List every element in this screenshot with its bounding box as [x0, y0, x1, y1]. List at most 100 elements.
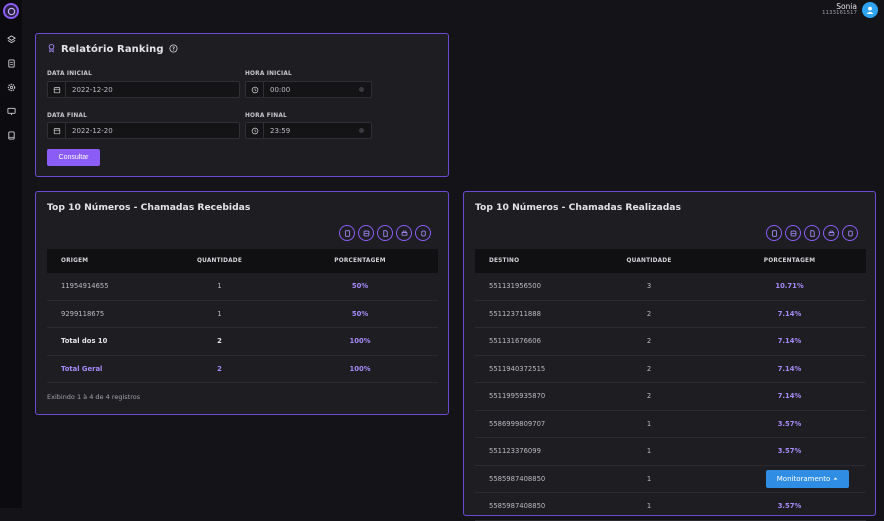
- end-date-field[interactable]: 2022-12-20: [47, 122, 240, 139]
- cell-percent: 3.57%: [777, 447, 802, 456]
- cell-destination: 5585987408850: [489, 502, 546, 511]
- copy-icon[interactable]: [415, 225, 431, 241]
- clock-icon: [246, 82, 264, 97]
- table-info: Exibindo 1 à 4 de 4 registros: [47, 393, 141, 401]
- monitoring-label: Monitoramento: [776, 475, 831, 483]
- cell-destination: 5586999809707: [489, 419, 546, 428]
- header-porcentagem[interactable]: PORCENTAGEM: [713, 258, 866, 264]
- table-row: 11954914655 1 50%: [47, 273, 438, 301]
- cell-percent: 10.71%: [775, 282, 804, 291]
- tablet-icon[interactable]: [5, 129, 17, 141]
- end-date-value: 2022-12-20: [72, 126, 113, 135]
- caret-up-icon: [833, 475, 838, 483]
- cell-destination: 5585987408850: [489, 474, 546, 483]
- cell-destination: 551131676606: [489, 337, 541, 346]
- cell-quantity: 1: [217, 309, 222, 318]
- start-date-label: DATA INICIAL: [47, 71, 93, 77]
- layers-icon[interactable]: [5, 33, 17, 45]
- cell-origin: Total dos 10: [61, 337, 108, 346]
- table-row: 551123376099 1 3.57%: [475, 438, 866, 466]
- report-form-card: Relatório Ranking ? DATA INICIAL 2022-12…: [35, 33, 449, 177]
- header-origem[interactable]: ORIGEM: [47, 258, 157, 264]
- consult-button[interactable]: Consultar: [47, 149, 100, 166]
- sidebar: [0, 0, 22, 508]
- csv-icon[interactable]: [804, 225, 820, 241]
- cell-destination: 551123711888: [489, 309, 541, 318]
- cell-percent: 7.14%: [777, 364, 802, 373]
- cell-destination: 551131956500: [489, 282, 541, 291]
- cell-quantity: 2: [217, 364, 222, 373]
- header-quantidade[interactable]: QUANTIDADE: [585, 258, 713, 264]
- start-time-label: HORA INICIAL: [245, 71, 292, 77]
- start-time-value: 00:00: [270, 85, 291, 94]
- end-date-label: DATA FINAL: [47, 113, 88, 119]
- cell-destination: 5511995935870: [489, 392, 546, 401]
- document-icon[interactable]: [5, 57, 17, 69]
- logo-icon[interactable]: [3, 3, 19, 19]
- pdf-icon[interactable]: [766, 225, 782, 241]
- table-row: 5511940372515 2 7.14%: [475, 356, 866, 383]
- table-header: DESTINO QUANTIDADE PORCENTAGEM: [475, 249, 866, 273]
- start-time-field[interactable]: 00:00: [245, 81, 372, 98]
- cell-quantity: 1: [217, 282, 222, 291]
- help-icon[interactable]: ?: [169, 43, 178, 56]
- made-calls-card: Top 10 Números - Chamadas Realizadas DES…: [463, 191, 876, 521]
- avatar[interactable]: [862, 2, 878, 18]
- copy-icon[interactable]: [842, 225, 858, 241]
- award-icon: [47, 43, 56, 56]
- cell-quantity: 1: [646, 474, 652, 483]
- received-title: Top 10 Números - Chamadas Recebidas: [47, 202, 251, 213]
- table-row-grand-total: Total Geral 2 100%: [47, 356, 438, 383]
- excel-icon[interactable]: [358, 225, 374, 241]
- cell-quantity: 2: [217, 337, 222, 346]
- cell-percent: 7.14%: [777, 309, 802, 318]
- cell-destination: 551123376099: [489, 447, 541, 456]
- calendar-icon: [48, 123, 66, 138]
- header-quantidade[interactable]: QUANTIDADE: [157, 258, 282, 264]
- print-icon[interactable]: [823, 225, 839, 241]
- calendar-icon: [48, 82, 66, 97]
- cell-destination: 5511940372515: [489, 364, 546, 373]
- cell-origin: Total Geral: [61, 364, 103, 373]
- excel-icon[interactable]: [785, 225, 801, 241]
- cell-quantity: 2: [646, 392, 652, 401]
- pdf-icon[interactable]: [339, 225, 355, 241]
- clear-icon[interactable]: [359, 87, 364, 92]
- print-icon[interactable]: [396, 225, 412, 241]
- cell-percent: 50%: [351, 309, 369, 318]
- cell-quantity: 1: [646, 447, 652, 456]
- table-header: ORIGEM QUANTIDADE PORCENTAGEM: [47, 249, 438, 273]
- received-calls-card: Top 10 Números - Chamadas Recebidas ORIG…: [35, 191, 449, 415]
- end-time-field[interactable]: 23:59: [245, 122, 372, 139]
- start-date-field[interactable]: 2022-12-20: [47, 81, 240, 98]
- clear-icon[interactable]: [359, 128, 364, 133]
- table-row: 551131676606 2 7.14%: [475, 328, 866, 356]
- table-row: 9299118675 1 50%: [47, 301, 438, 328]
- cell-origin: 9299118675: [61, 309, 105, 318]
- settings-icon[interactable]: [5, 81, 17, 93]
- header-porcentagem[interactable]: PORCENTAGEM: [282, 258, 438, 264]
- user-id: 1133161517: [822, 10, 857, 17]
- end-time-value: 23:59: [270, 126, 291, 135]
- received-table: ORIGEM QUANTIDADE PORCENTAGEM 1195491465…: [47, 249, 438, 383]
- monitor-icon[interactable]: [5, 105, 17, 117]
- start-date-value: 2022-12-20: [72, 85, 113, 94]
- svg-text:?: ?: [172, 46, 175, 52]
- table-row: 5585987408850 1 3.57%: [475, 493, 866, 521]
- received-export-buttons: [339, 225, 431, 241]
- table-row: 5586999809707 1 3.57%: [475, 411, 866, 438]
- cell-percent: 3.57%: [777, 419, 802, 428]
- monitoring-button[interactable]: Monitoramento: [766, 470, 849, 488]
- table-row: 551123711888 2 7.14%: [475, 301, 866, 328]
- made-export-buttons: [766, 225, 858, 241]
- cell-quantity: 2: [646, 309, 652, 318]
- cell-quantity: 1: [646, 419, 652, 428]
- csv-icon[interactable]: [377, 225, 393, 241]
- made-title: Top 10 Números - Chamadas Realizadas: [475, 202, 681, 213]
- header-destino[interactable]: DESTINO: [475, 258, 585, 264]
- user-menu[interactable]: Sonia 1133161517: [822, 2, 878, 18]
- cell-quantity: 3: [646, 282, 652, 291]
- cell-percent: 7.14%: [777, 337, 802, 346]
- end-time-label: HORA FINAL: [245, 113, 287, 119]
- form-title: Relatório Ranking: [61, 44, 164, 55]
